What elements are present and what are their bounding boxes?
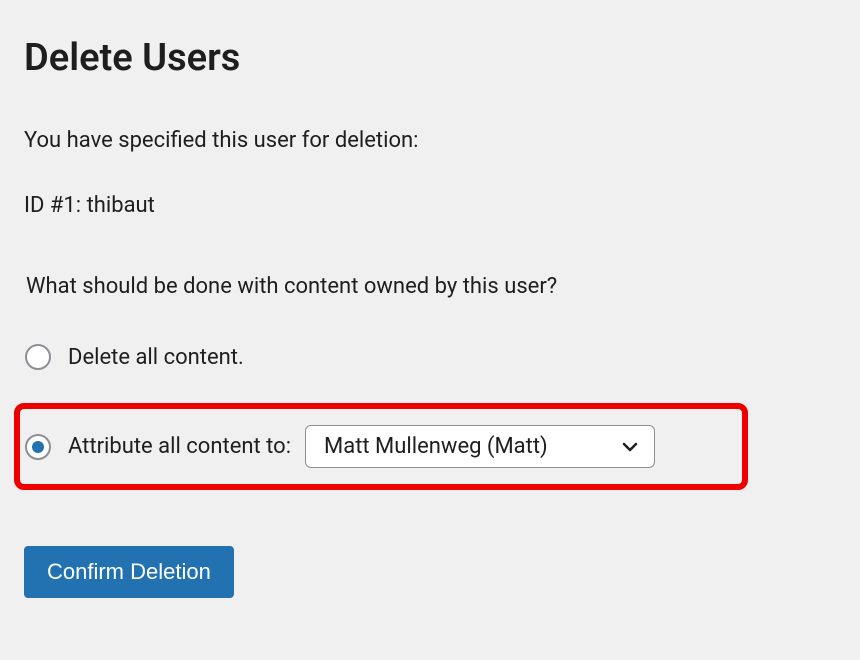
reassign-user-selected-value: Matt Mullenweg (Matt) — [324, 434, 548, 459]
highlight-attribute-option: Attribute all content to: Matt Mullenweg… — [14, 403, 748, 490]
intro-text: You have specified this user for deletio… — [24, 128, 836, 153]
option-attribute-to-label: Attribute all content to: — [68, 434, 291, 459]
radio-delete-all[interactable] — [25, 344, 51, 370]
user-list-item: ID #1: thibaut — [24, 193, 836, 218]
page-title: Delete Users — [24, 36, 836, 80]
content-question: What should be done with content owned b… — [26, 274, 836, 299]
radio-attribute-to[interactable] — [25, 434, 51, 460]
confirm-deletion-button[interactable]: Confirm Deletion — [24, 546, 234, 598]
option-delete-all-label: Delete all content. — [68, 345, 244, 370]
chevron-down-icon — [620, 437, 640, 457]
reassign-user-select[interactable]: Matt Mullenweg (Matt) — [305, 425, 655, 468]
option-attribute-to[interactable]: Attribute all content to: Matt Mullenweg… — [24, 425, 655, 468]
option-delete-all[interactable]: Delete all content. — [24, 339, 836, 375]
